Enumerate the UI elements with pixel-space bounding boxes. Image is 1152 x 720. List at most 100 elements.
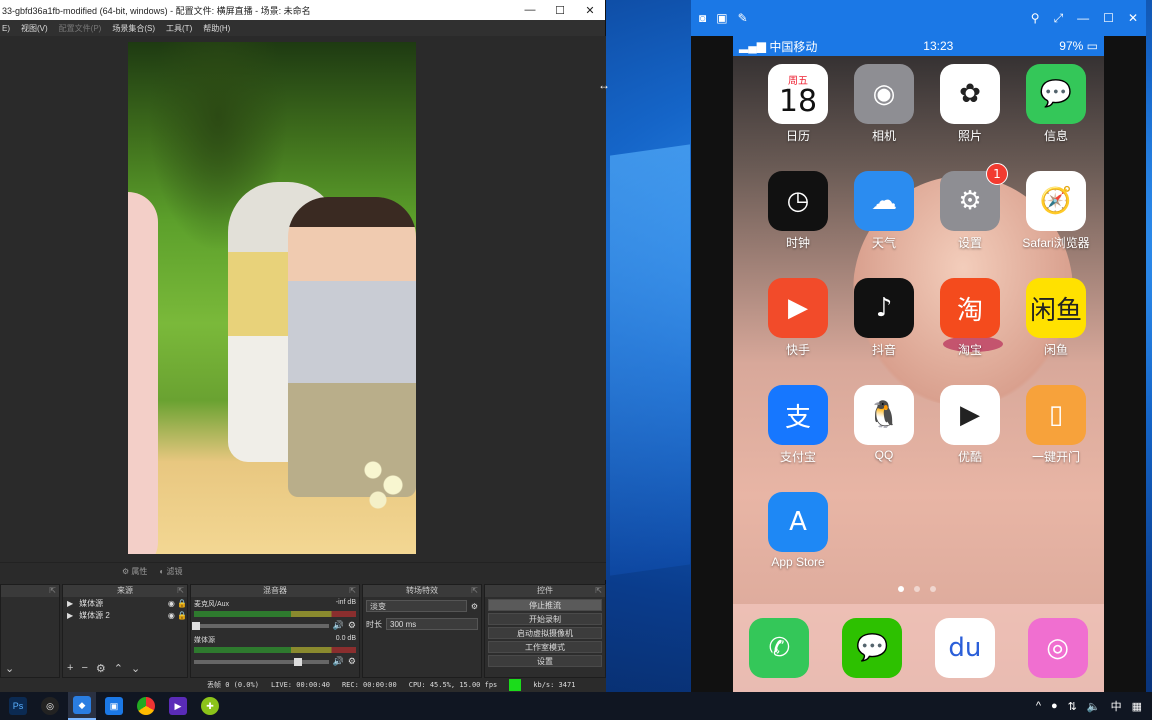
app-photos[interactable]: ✿ 照片 (927, 64, 1013, 144)
gear-icon[interactable]: ⚙ (348, 620, 356, 631)
app-appstore[interactable]: A App Store (755, 492, 841, 569)
icon-glyph: 淘 (956, 295, 983, 326)
taskbar-app[interactable]: ✚ (196, 692, 224, 720)
wechat-tray-icon[interactable]: ● (1051, 700, 1058, 712)
page-dot[interactable] (898, 586, 904, 592)
taskbar-photoshop[interactable]: Ps (4, 692, 32, 720)
signal-icon: ▂▄▆ (739, 39, 766, 53)
taskbar-chrome[interactable] (132, 692, 160, 720)
close-button[interactable]: ✕ (575, 4, 605, 17)
dock-pin-icon[interactable]: ⇱ (49, 585, 56, 597)
pin-icon[interactable]: ⚲ (1031, 11, 1040, 26)
channel-level: -inf dB (335, 599, 356, 606)
chevron-down-icon[interactable]: ⌄ (131, 662, 140, 675)
studio-mode-button[interactable]: 工作室模式 (488, 641, 602, 653)
system-tray: ^ ● ⇅ 🔈 中 ▦ (1036, 698, 1152, 714)
app-door[interactable]: ▯ 一键开门 (1013, 385, 1099, 465)
baidu-icon[interactable]: du (934, 618, 995, 678)
app-kuaishou[interactable]: ▶ 快手 (755, 278, 841, 358)
app-xianyu[interactable]: 闲鱼 闲鱼 (1013, 278, 1099, 358)
menu-view[interactable]: 视图(V) (21, 23, 48, 34)
chevron-down-icon[interactable]: ⌄ (5, 662, 14, 675)
app-settings[interactable]: ⚙ 1 设置 (927, 163, 1013, 251)
taskbar-active-app[interactable]: ◆ (68, 692, 96, 720)
icon-glyph: ▶ (960, 400, 980, 430)
app-douyin[interactable]: ♪ 抖音 (841, 278, 927, 358)
filters-button[interactable]: ◐ 滤镜 (159, 566, 182, 577)
app-clock[interactable]: ◷ 时钟 (755, 171, 841, 251)
app-taobao[interactable]: 淘淘宝 (927, 278, 1013, 358)
keyboard-icon[interactable]: ▦ (1132, 700, 1142, 713)
menu-scene-collection[interactable]: 场景集合(S) (112, 23, 155, 34)
input-method[interactable]: 中 (1111, 698, 1122, 714)
clock: 13:23 (923, 39, 954, 53)
gear-icon[interactable]: ⚙ (471, 602, 478, 611)
add-icon[interactable]: + (67, 662, 73, 675)
menu-tools[interactable]: 工具(T) (166, 23, 192, 34)
app-messages[interactable]: 💬 信息 (1013, 64, 1099, 144)
volume-slider[interactable] (192, 621, 329, 630)
taskbar-mirror[interactable]: ▣ (100, 692, 128, 720)
volume-slider[interactable] (194, 657, 329, 666)
slider-knob[interactable] (294, 657, 302, 666)
transition-select[interactable]: 淡变 (366, 600, 467, 612)
phone-icon[interactable]: ✆ (749, 618, 810, 678)
screenshot-icon[interactable]: ◙ (699, 11, 706, 25)
chevron-up-icon[interactable]: ^ (1036, 700, 1041, 712)
dock-pin-icon[interactable]: ⇱ (177, 585, 184, 597)
icon-glyph: ◎ (1046, 633, 1069, 663)
brush-icon[interactable]: ✎ (738, 11, 748, 25)
minimize-button[interactable]: — (1077, 11, 1089, 26)
menu-bar: E) 视图(V) 配置文件(P) 场景集合(S) 工具(T) 帮助(H) (0, 20, 605, 36)
taskbar-obs[interactable]: ◎ (36, 692, 64, 720)
gear-icon[interactable]: ⚙ (348, 656, 356, 667)
app-camera[interactable]: ◉ 相机 (841, 64, 927, 144)
speaker-icon[interactable]: 🔊 (333, 620, 344, 631)
network-icon[interactable]: ⇅ (1068, 700, 1077, 713)
menu-profile[interactable]: 配置文件(P) (59, 23, 102, 34)
eye-icon[interactable]: ◉ (168, 611, 175, 620)
page-dot[interactable] (930, 586, 936, 592)
lock-icon[interactable]: 🔒 (177, 611, 187, 620)
page-dot[interactable] (914, 586, 920, 592)
record-icon[interactable]: ▣ (716, 11, 727, 25)
menu-help[interactable]: 帮助(H) (203, 23, 230, 34)
menu-file[interactable]: E) (2, 24, 10, 33)
maximize-button[interactable]: ☐ (545, 4, 575, 17)
dock-pin-icon[interactable]: ⇱ (349, 585, 356, 597)
speaker-icon[interactable]: 🔊 (333, 656, 344, 667)
remove-icon[interactable]: − (81, 662, 87, 675)
source-item[interactable]: ▶ 媒体源 2 ◉ 🔒 (63, 609, 187, 621)
start-record-button[interactable]: 开始录制 (488, 613, 602, 625)
preview-area[interactable] (0, 36, 606, 562)
app-safari[interactable]: 🧭 Safari浏览器 (1013, 171, 1099, 251)
wechat-icon[interactable]: 💬 (842, 618, 903, 678)
stop-stream-button[interactable]: 停止推流 (488, 599, 602, 611)
minimize-button[interactable]: — (515, 4, 545, 16)
dock-pin-icon[interactable]: ⇱ (471, 585, 478, 597)
maximize-button[interactable]: ☐ (1103, 11, 1114, 26)
close-button[interactable]: ✕ (1128, 11, 1138, 26)
app-youku[interactable]: ▶ 优酷 (927, 385, 1013, 465)
app-calendar[interactable]: 周五 18 日历 (755, 64, 841, 144)
app-qq[interactable]: 🐧 QQ (841, 385, 927, 465)
resize-icon[interactable]: ⤢ (1054, 11, 1064, 26)
app-alipay[interactable]: 支支付宝 (755, 385, 841, 465)
settings-button[interactable]: 设置 (488, 655, 602, 667)
slider-knob[interactable] (192, 621, 200, 630)
taskbar-player[interactable]: ▶ (164, 692, 192, 720)
dock-pin-icon[interactable]: ⇱ (595, 585, 602, 597)
lock-icon[interactable]: 🔒 (177, 599, 187, 608)
icon-glyph: 🐧 (867, 400, 901, 430)
speaker-icon[interactable]: 🔈 (1087, 700, 1101, 713)
gear-icon[interactable]: ⚙ (96, 662, 106, 675)
properties-button[interactable]: ⚙ 属性 (122, 566, 147, 577)
chevron-up-icon[interactable]: ⌃ (114, 662, 123, 675)
eye-icon[interactable]: ◉ (168, 599, 175, 608)
app-weather[interactable]: ☁ 天气 (841, 171, 927, 251)
source-item[interactable]: ▶ 媒体源 ◉ 🔒 (63, 597, 187, 609)
phone-screen[interactable]: ▂▄▆ 中国移动 13:23 97% ▭ 周五 18 日历 ◉ 相机 ✿ 照片 💬 信息 ◷ 时钟 ☁… (733, 36, 1104, 692)
camera-beauty-icon[interactable]: ◎ (1027, 618, 1088, 678)
duration-field[interactable]: 300 ms (386, 618, 478, 630)
virtual-camera-button[interactable]: 启动虚拟摄像机 (488, 627, 602, 639)
